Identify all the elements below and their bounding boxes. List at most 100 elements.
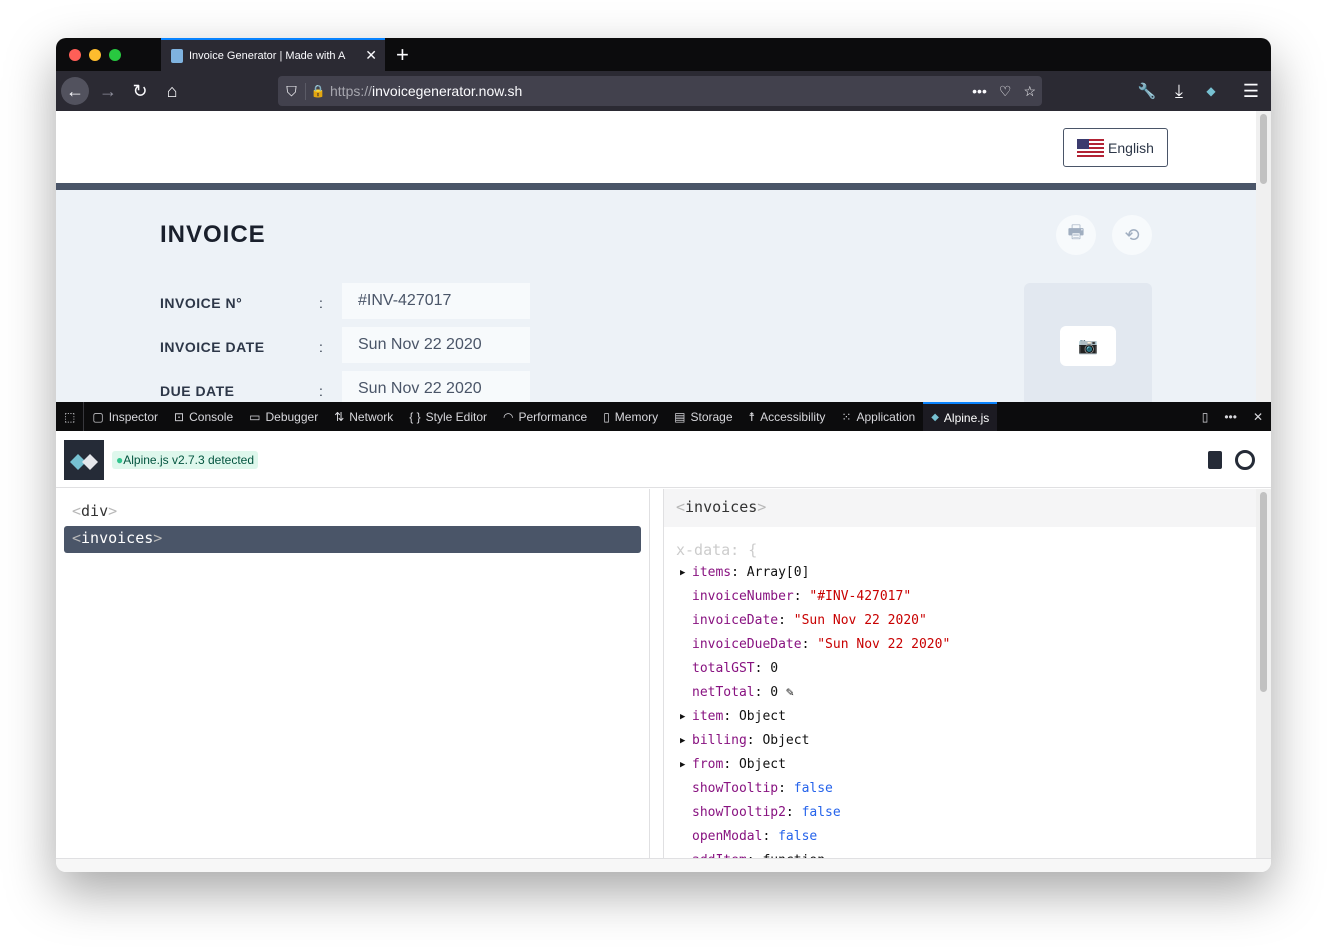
browser-window: Invoice Generator | Made with A ✕ + ← → … [56, 38, 1271, 872]
element-picker-icon[interactable]: ⬚ [56, 402, 85, 431]
invoice-section: INVOICE 🖶 ⟲ INVOICE N° : #INV-427017 INV… [56, 190, 1256, 402]
expand-triangle-icon[interactable]: ▶ [680, 568, 685, 578]
refresh-icon: ⟲ [1124, 224, 1140, 245]
printer-icon: 🖶 [1067, 222, 1085, 242]
download-icon[interactable]: ⤓ [1165, 77, 1193, 105]
network-icon: ⇅ [334, 409, 345, 424]
tab-memory[interactable]: ▯ Memory [595, 402, 666, 431]
tab-accessibility[interactable]: ☨ Accessibility [741, 402, 834, 431]
responsive-mode-icon[interactable]: ▯ [1194, 402, 1217, 431]
prop-from[interactable]: ▶ from: Object [680, 757, 786, 772]
url-bar[interactable]: ⛉ 🔒 https://invoicegenerator.now.sh ••• … [278, 76, 1042, 106]
alpine-extension-icon[interactable]: ◆ [1197, 77, 1225, 105]
details-scrollbar[interactable] [1256, 489, 1271, 858]
reset-button[interactable]: ⟲ [1112, 215, 1152, 255]
due-date-label: DUE DATE [160, 383, 235, 399]
tab-debugger[interactable]: ▭ Debugger [241, 402, 326, 431]
prop-invoiceNumber[interactable]: invoiceNumber: "#INV-427017" [692, 589, 911, 604]
debugger-icon: ▭ [249, 409, 261, 424]
close-tab-icon[interactable]: ✕ [357, 47, 385, 64]
page-scrollbar[interactable] [1256, 111, 1271, 402]
expand-triangle-icon[interactable]: ▶ [680, 760, 685, 770]
wrench-icon[interactable]: 🔧 [1133, 77, 1161, 105]
prop-items[interactable]: ▶ items: Array[0] [680, 565, 809, 580]
browser-tab[interactable]: Invoice Generator | Made with A ✕ [161, 38, 385, 71]
prop-netTotal[interactable]: netTotal: 0 ✎ [692, 685, 794, 700]
prop-openModal[interactable]: openModal: false [692, 829, 817, 844]
gauge-icon: ◠ [503, 409, 514, 424]
braces-icon: { } [409, 409, 421, 424]
maximize-window-button[interactable] [109, 49, 121, 61]
header-divider [56, 183, 1256, 190]
pocket-icon[interactable]: ♡ [999, 83, 1012, 100]
upload-logo-button[interactable]: 📷 [1060, 326, 1116, 366]
tab-storage[interactable]: ▤ Storage [666, 402, 740, 431]
due-date-input[interactable]: Sun Nov 22 2020 [342, 371, 530, 402]
tab-console[interactable]: ⊡ Console [166, 402, 241, 431]
bookmark-star-icon[interactable]: ☆ [1023, 83, 1036, 100]
tree-item-div[interactable]: <div> [64, 499, 641, 526]
alpine-icon: ◆ [931, 412, 939, 423]
docs-icon[interactable] [1208, 451, 1222, 469]
shield-icon[interactable]: ⛉ [278, 82, 306, 100]
invoice-date-input[interactable]: Sun Nov 22 2020 [342, 327, 530, 363]
component-tree: <div> <invoices> [56, 489, 650, 858]
console-icon: ⊡ [174, 409, 185, 424]
pencil-icon[interactable]: ✎ [786, 685, 794, 700]
tab-performance[interactable]: ◠ Performance [495, 402, 595, 431]
new-tab-button[interactable]: + [396, 42, 409, 68]
xdata-label: x-data: { [676, 541, 758, 559]
tab-inspector[interactable]: ▢ Inspector [84, 402, 166, 431]
tree-item-invoices[interactable]: <invoices> [64, 526, 641, 553]
selected-component-header: <invoices> [664, 489, 1256, 527]
language-selector[interactable]: English [1063, 128, 1168, 167]
tab-application[interactable]: ⁙ Application [833, 402, 923, 431]
web-page: English INVOICE 🖶 ⟲ INVOICE N° : #INV-42… [56, 111, 1256, 402]
storage-icon: ▤ [674, 409, 686, 424]
github-icon[interactable] [1235, 450, 1255, 470]
invoice-date-label: INVOICE DATE [160, 339, 265, 355]
chip-icon: ▯ [603, 409, 610, 424]
more-icon[interactable]: ••• [972, 83, 987, 99]
back-button[interactable]: ← [61, 77, 89, 105]
prop-showTooltip2[interactable]: showTooltip2: false [692, 805, 841, 820]
prop-totalGST[interactable]: totalGST: 0 [692, 661, 778, 676]
forward-button[interactable]: → [94, 77, 122, 105]
alpine-logo [64, 440, 104, 480]
camera-icon: 📷 [1078, 338, 1098, 355]
prop-billing[interactable]: ▶ billing: Object [680, 733, 809, 748]
expand-triangle-icon[interactable]: ▶ [680, 712, 685, 722]
grid-icon: ⁙ [841, 409, 852, 424]
tab-network[interactable]: ⇅ Network [326, 402, 401, 431]
lock-icon: 🔒 [310, 84, 326, 98]
navigation-bar: ← → ↻ ⌂ ⛉ 🔒 https://invoicegenerator.now… [56, 71, 1271, 111]
prop-invoiceDate[interactable]: invoiceDate: "Sun Nov 22 2020" [692, 613, 927, 628]
minimize-window-button[interactable] [89, 49, 101, 61]
page-favicon-icon [171, 48, 183, 63]
page-title: INVOICE [160, 221, 266, 248]
inspector-icon: ▢ [92, 409, 104, 424]
tab-alpine[interactable]: ◆ Alpine.js [923, 402, 998, 431]
print-button[interactable]: 🖶 [1056, 215, 1096, 255]
prop-showTooltip[interactable]: showTooltip: false [692, 781, 833, 796]
close-window-button[interactable] [69, 49, 81, 61]
close-devtools-icon[interactable]: ✕ [1245, 402, 1271, 431]
title-bar: Invoice Generator | Made with A ✕ + [56, 38, 1271, 71]
menu-icon[interactable]: ☰ [1237, 77, 1265, 105]
invoice-number-input[interactable]: #INV-427017 [342, 283, 530, 319]
tab-style-editor[interactable]: { } Style Editor [401, 402, 495, 431]
prop-item[interactable]: ▶ item: Object [680, 709, 786, 724]
devtools-toolbar: ⬚ ▢ Inspector ⊡ Console ▭ Debugger ⇅ Network… [56, 402, 1271, 431]
logo-upload-area[interactable]: 📷 [1024, 283, 1152, 402]
devtools-footer [56, 858, 1271, 872]
home-button[interactable]: ⌂ [158, 77, 186, 105]
invoice-number-label: INVOICE N° [160, 295, 243, 311]
devtools-more-icon[interactable]: ••• [1216, 402, 1245, 431]
status-badge: ●Alpine.js v2.7.3 detected [112, 451, 259, 469]
accessibility-icon: ☨ [748, 409, 756, 424]
reload-button[interactable]: ↻ [126, 77, 154, 105]
prop-invoiceDueDate[interactable]: invoiceDueDate: "Sun Nov 22 2020" [692, 637, 950, 652]
component-details: <invoices> x-data: { ▶ items: Array[0] inv… [663, 489, 1256, 858]
expand-triangle-icon[interactable]: ▶ [680, 736, 685, 746]
alpine-header: ●Alpine.js v2.7.3 detected [56, 431, 1271, 488]
